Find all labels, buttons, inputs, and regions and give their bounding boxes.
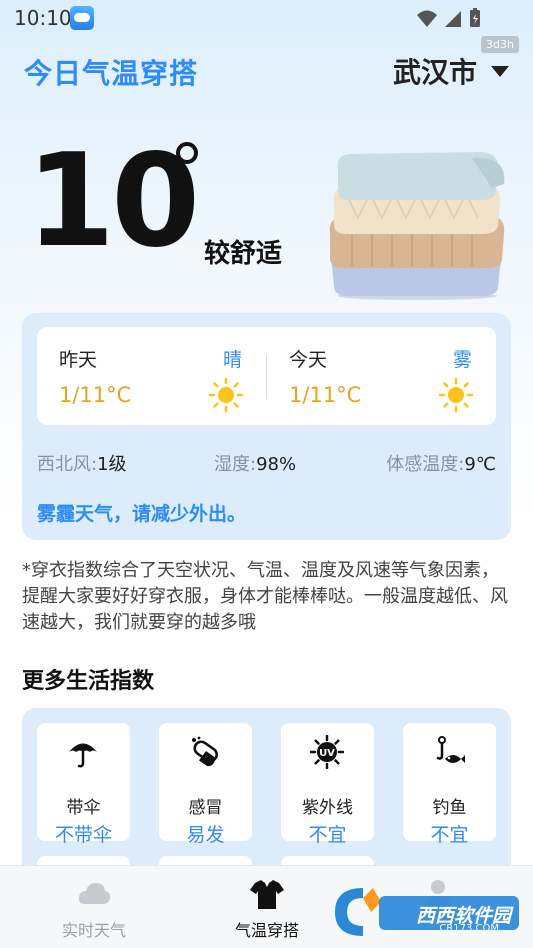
forecast-temp-range: 1/11°C xyxy=(59,383,132,407)
forecast-day: 今天 xyxy=(289,349,328,371)
wind-metric: 西北风:1级 xyxy=(37,450,127,476)
city-selector[interactable]: 武汉市 xyxy=(393,52,509,90)
feels-like-value: 9℃ xyxy=(464,454,496,475)
index-value: 不宜 xyxy=(430,824,469,846)
humidity-value: 98% xyxy=(256,454,297,475)
city-name: 武汉市 xyxy=(392,56,477,89)
uv-icon: UV xyxy=(310,735,344,769)
dressing-index-note: *穿衣指数综合了天空状况、气温、温度及风速等气象因素，提醒大家要好好穿衣服，身体… xyxy=(22,560,508,633)
weather-tip: 雾霾天气，请减少外出。 xyxy=(37,503,247,525)
forecast-temp-range: 1/11°C xyxy=(289,383,362,407)
page-title: 今日气温穿搭 xyxy=(24,57,199,90)
wind-value: 1级 xyxy=(97,454,127,475)
humidity-label: 湿度: xyxy=(214,454,257,475)
umbrella-icon xyxy=(69,743,97,768)
section-title: 更多生活指数 xyxy=(22,669,155,694)
life-index-panel: 带伞 不带伞 感冒 易发 UV 紫外线 不宜 钓鱼 不宜 xyxy=(22,708,511,878)
status-badge: 3d3h xyxy=(481,36,519,53)
index-value: 不宜 xyxy=(308,824,347,846)
index-card-umbrella[interactable]: 带伞 不带伞 xyxy=(37,723,130,846)
status-indicators-icon xyxy=(417,8,480,27)
forecast-today: 今天 雾 1/11°C xyxy=(267,327,496,425)
current-temperature: 10 xyxy=(26,127,200,276)
index-value: 易发 xyxy=(186,824,225,846)
nav-label: 实时天气 xyxy=(61,921,126,940)
sun-icon xyxy=(438,377,474,413)
nav-label: 气温穿搭 xyxy=(234,921,299,940)
forecast-yesterday: 昨天 晴 1/11°C xyxy=(37,327,266,425)
wind-label: 西北风: xyxy=(37,454,98,475)
nav-realtime-weather[interactable]: 实时天气 xyxy=(34,866,154,948)
sun-icon xyxy=(208,377,244,413)
index-value: 不带伞 xyxy=(54,824,112,846)
status-bar: 10:10 xyxy=(0,0,533,36)
tshirt-icon xyxy=(250,880,284,909)
index-name: 感冒 xyxy=(188,798,223,818)
pill-icon xyxy=(192,736,218,767)
forecast-condition: 雾 xyxy=(452,349,472,371)
comfort-level: 较舒适 xyxy=(204,239,283,269)
index-name: 带伞 xyxy=(66,798,101,818)
index-card-uv[interactable]: UV 紫外线 不宜 xyxy=(281,723,374,846)
status-time: 10:10 xyxy=(14,6,72,30)
index-name: 钓鱼 xyxy=(432,798,467,818)
svg-text:UV: UV xyxy=(319,748,335,759)
feels-like-label: 体感温度: xyxy=(386,454,465,475)
cloud-icon xyxy=(78,883,111,904)
fishing-icon xyxy=(436,736,465,763)
index-card-cold[interactable]: 感冒 易发 xyxy=(159,723,252,846)
forecast-condition: 晴 xyxy=(222,349,242,371)
app-notification-icon xyxy=(70,6,94,30)
watermark-subtext: CR173.COM xyxy=(439,923,499,934)
caret-down-icon xyxy=(491,65,509,77)
forecast-box: 昨天 晴 1/11°C 今天 雾 1/11°C xyxy=(37,327,496,425)
humidity-metric: 湿度:98% xyxy=(214,450,296,476)
forecast-day: 昨天 xyxy=(59,349,98,371)
degree-symbol xyxy=(176,142,198,164)
nav-temperature-dressing[interactable]: 气温穿搭 xyxy=(207,866,327,948)
weather-summary-card: 昨天 晴 1/11°C 今天 雾 1/11°C 西北风:1级 湿度:98% 体感… xyxy=(22,313,511,540)
index-name: 紫外线 xyxy=(302,798,353,818)
feels-like-metric: 体感温度:9℃ xyxy=(386,450,496,476)
index-card-fishing[interactable]: 钓鱼 不宜 xyxy=(403,723,496,846)
folded-clothes-image xyxy=(329,152,505,300)
